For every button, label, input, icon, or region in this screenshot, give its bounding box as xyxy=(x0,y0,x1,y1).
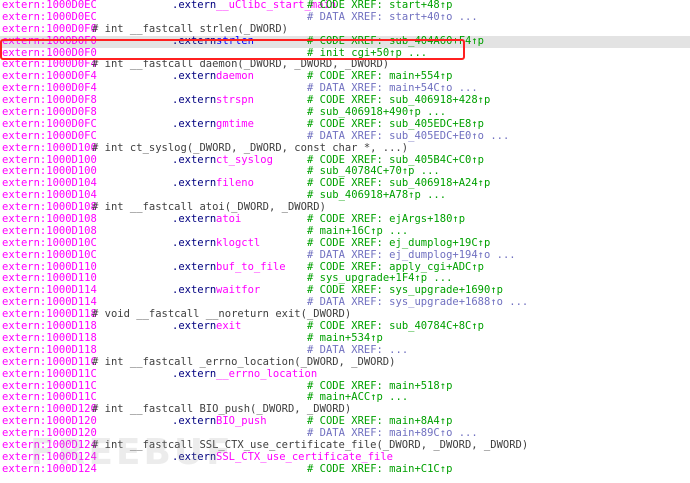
code-xref-comment[interactable]: # CODE XREF: main+C1C↑p xyxy=(307,463,452,476)
listing-lines: extern:1000D0EC .extern __uClibc_start_mai… xyxy=(0,0,690,476)
address-label[interactable]: extern:1000D11C xyxy=(2,356,97,369)
extern-directive: .extern xyxy=(172,320,217,333)
data-xref-comment[interactable]: # DATA XREF: ej_dumplog+194↑o ... xyxy=(307,249,516,262)
symbol-name[interactable]: waitfor xyxy=(216,284,260,297)
extern-directive: .extern xyxy=(172,94,217,107)
listing-line[interactable]: extern:1000D118 # DATA XREF: ... xyxy=(0,344,690,357)
data-xref-comment[interactable]: # DATA XREF: start+40↑o ... xyxy=(307,11,478,24)
symbol-name[interactable]: ct_syslog xyxy=(216,154,273,167)
address-label[interactable]: extern:1000D11C xyxy=(2,368,97,381)
address-label[interactable]: extern:1000D0FC xyxy=(2,130,97,143)
symbol-name[interactable]: strspn xyxy=(216,94,254,107)
listing-line[interactable]: extern:1000D0F0 # int __fastcall strlen(_… xyxy=(0,22,690,36)
extern-directive: .extern xyxy=(172,367,217,380)
listing-line[interactable]: extern:1000D11C # int __fastcall _errno_l… xyxy=(0,355,690,369)
listing-line[interactable]: extern:1000D11C .extern __errno_location xyxy=(0,367,690,381)
function-prototype-comment: # int ct_syslog(_DWORD, _DWORD, const ch… xyxy=(92,141,409,154)
address-label[interactable]: extern:1000D10C xyxy=(2,249,97,262)
extern-directive: .extern xyxy=(172,34,217,47)
watermark: FREEBUF xyxy=(30,432,234,473)
extern-directive: .extern xyxy=(172,0,217,11)
code-xref-comment[interactable]: # CODE XREF: ej_dumplog+19C↑p xyxy=(307,237,490,250)
extern-directive: .extern xyxy=(172,236,217,249)
symbol-name[interactable]: strlen xyxy=(216,35,254,48)
extern-directive: .extern xyxy=(172,415,217,428)
extern-directive: .extern xyxy=(172,177,217,190)
listing-line[interactable]: extern:1000D0FC # DATA XREF: sub_405EDC+E… xyxy=(0,130,690,143)
symbol-name[interactable]: BIO_push xyxy=(216,415,267,428)
address-label[interactable]: extern:1000D100 xyxy=(2,142,97,155)
symbol-name[interactable]: klogctl xyxy=(216,237,260,250)
code-xref-comment[interactable]: # CODE XREF: sub_404A60+F4↑p xyxy=(307,35,484,48)
code-xref-comment[interactable]: # sub_406918+A78↑p ... xyxy=(307,189,446,202)
listing-line[interactable]: extern:1000D0EC # DATA XREF: start+40↑o .… xyxy=(0,11,690,24)
symbol-name[interactable]: daemon xyxy=(216,70,254,83)
extern-directive: .extern xyxy=(172,213,217,226)
address-label[interactable]: extern:1000D0EC xyxy=(2,11,97,24)
listing-line[interactable]: extern:1000D10C # DATA XREF: ej_dumplog+1… xyxy=(0,249,690,262)
disassembly-listing[interactable]: extern:1000D0EC .extern __uClibc_start_mai… xyxy=(0,0,690,483)
symbol-name[interactable]: exit xyxy=(216,320,241,333)
symbol-name[interactable]: fileno xyxy=(216,177,254,190)
extern-directive: .extern xyxy=(172,70,217,83)
address-label[interactable]: extern:1000D118 xyxy=(2,344,97,357)
function-prototype-comment: # int __fastcall strlen(_DWORD) xyxy=(92,22,288,35)
address-label[interactable]: extern:1000D0F0 xyxy=(2,23,97,36)
address-label[interactable]: extern:1000D0F0 xyxy=(2,35,97,48)
symbol-name[interactable]: atoi xyxy=(216,213,241,226)
listing-line[interactable]: extern:1000D0F0 .extern strlen # CODE XREF:… xyxy=(0,34,690,48)
symbol-name[interactable]: buf_to_file xyxy=(216,261,286,274)
listing-line[interactable]: extern:1000D0FC .extern gmtime # CODE XREF:… xyxy=(0,117,690,131)
data-xref-comment[interactable]: # DATA XREF: sub_405EDC+E0↑o ... xyxy=(307,130,509,143)
address-label[interactable]: extern:1000D10C xyxy=(2,237,97,250)
listing-line[interactable]: extern:1000D10C .extern klogctl # CODE XREF… xyxy=(0,236,690,250)
data-xref-comment[interactable]: # DATA XREF: ... xyxy=(307,344,408,357)
extern-directive: .extern xyxy=(172,260,217,273)
symbol-name[interactable]: gmtime xyxy=(216,118,254,131)
extern-directive: .extern xyxy=(172,284,217,297)
listing-line[interactable]: extern:1000D100 # int ct_syslog(_DWORD, _… xyxy=(0,141,690,155)
function-prototype-comment: # int __fastcall _errno_location(_DWORD,… xyxy=(92,355,396,368)
extern-directive: .extern xyxy=(172,153,217,166)
extern-directive: .extern xyxy=(172,117,217,130)
symbol-name[interactable]: __errno_location xyxy=(216,368,317,381)
symbol-name[interactable]: SSL_CTX_use_certificate_file xyxy=(216,451,393,464)
